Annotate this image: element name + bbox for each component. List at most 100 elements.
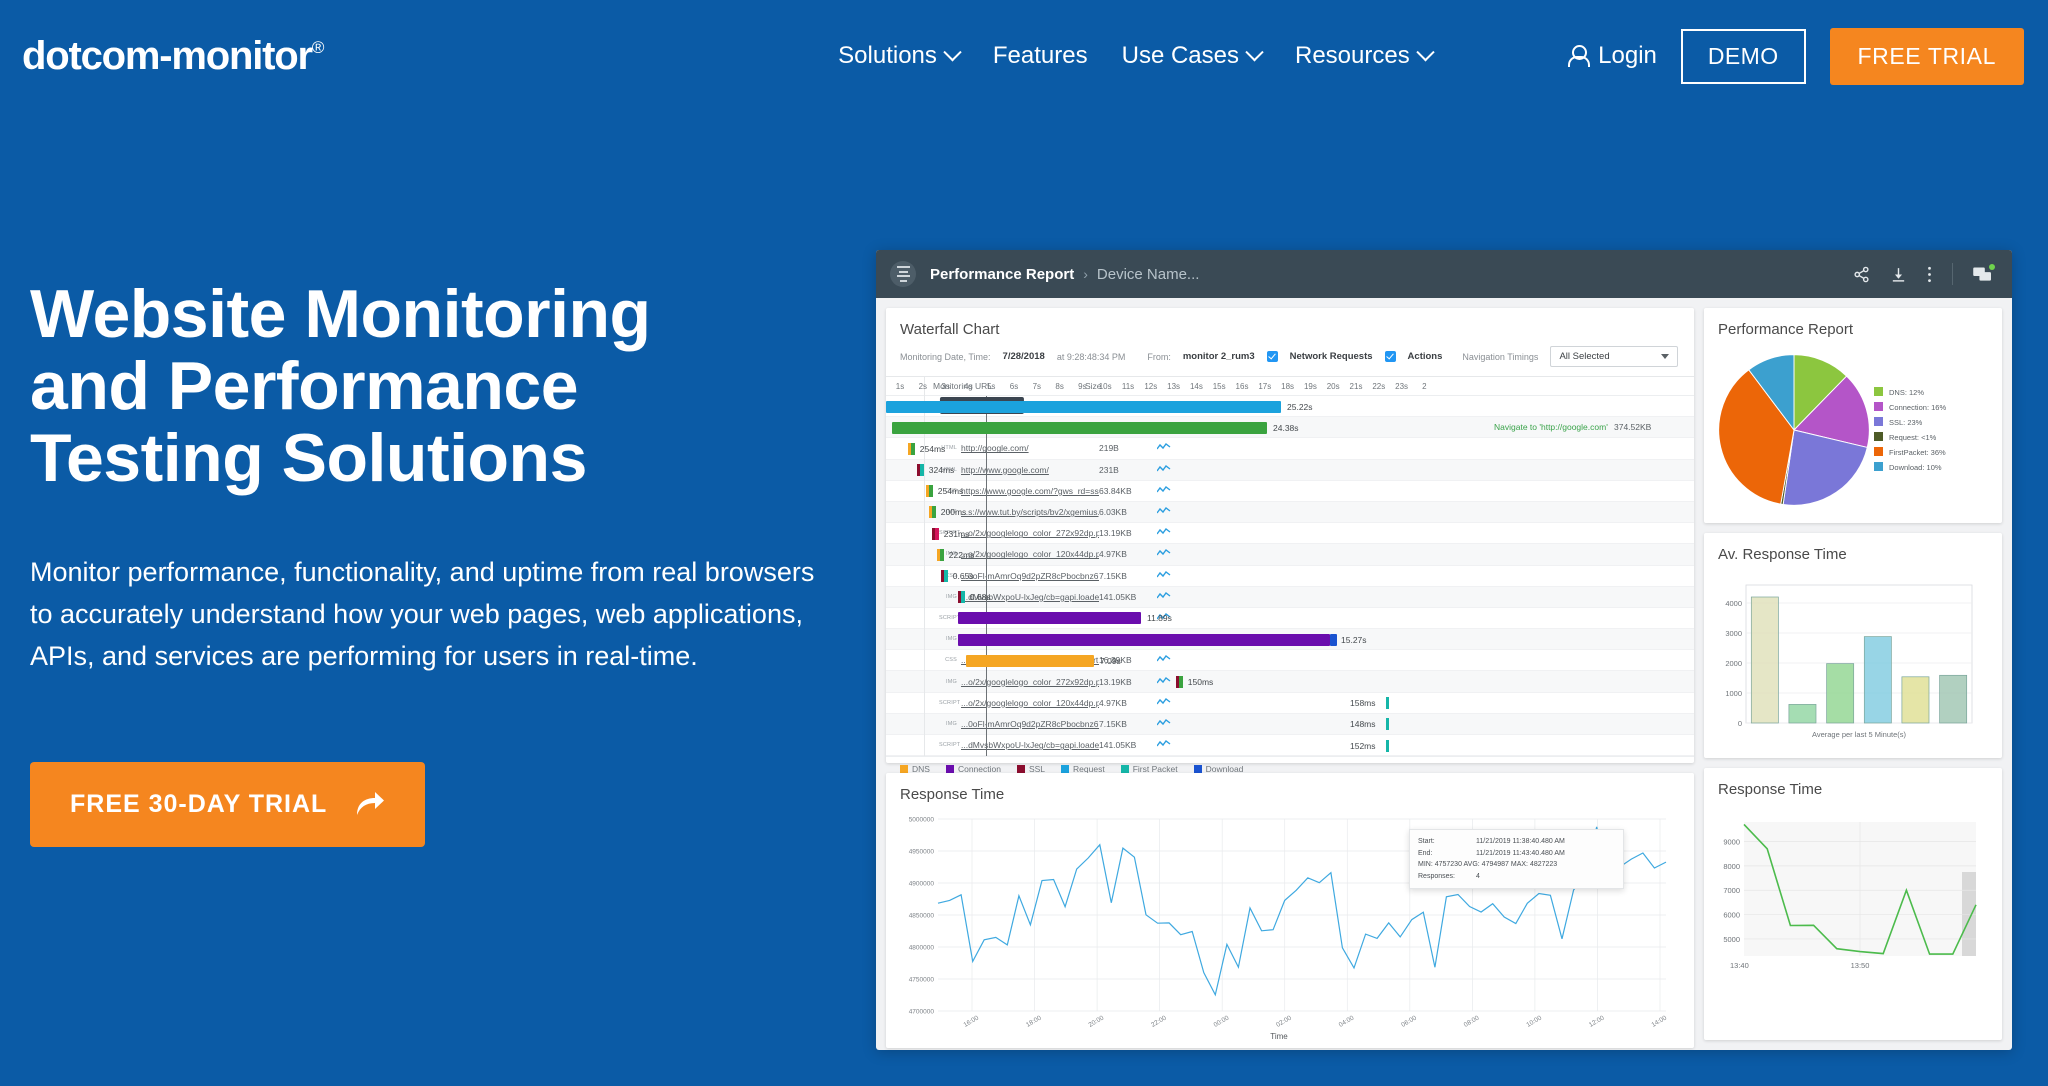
resource-url[interactable]: ...o/2x/googlelogo_color_272x92dp.png (961, 677, 1099, 687)
waterfall-bar-row[interactable]: 200ms (886, 501, 966, 524)
breadcrumb-report[interactable]: Performance Report (930, 266, 1074, 283)
demo-button[interactable]: DEMO (1680, 28, 1806, 84)
waterfall-bar-row[interactable]: 15.27s (886, 629, 1367, 651)
av-response-time-bar-chart[interactable]: 0 1000 2000 3000 4000 Average per last 5 Minu… (1704, 571, 1986, 753)
resource-url[interactable]: ...s://www.tut.by/scripts/bv2/xgemius.js (961, 507, 1099, 517)
bar[interactable] (1826, 663, 1855, 724)
waterfall-bar-row[interactable]: 158ms (886, 693, 1390, 714)
pie-chart[interactable] (1714, 350, 1874, 510)
waterfall-url-row[interactable]: HTML http://google.com/219B (925, 438, 1694, 460)
resource-url[interactable]: http://www.google.com/ (961, 465, 1099, 475)
waterfall-bar-row[interactable]: 150ms (886, 671, 1213, 693)
response-time-small-chart[interactable]: 5000 6000 7000 8000 9000 13:40 13:50 (1704, 806, 1986, 1021)
nav-item-features[interactable]: Features (993, 42, 1088, 70)
sparkline-icon[interactable] (1156, 655, 1179, 665)
breadcrumb-device[interactable]: Device Name... (1097, 266, 1200, 283)
bar[interactable] (1901, 676, 1930, 724)
resource-url[interactable]: ...o/2x/googlelogo_color_120x44dp.png (961, 549, 1099, 559)
sparkline-icon[interactable] (1156, 507, 1179, 517)
resource-size: 141.05KB (1099, 591, 1137, 602)
bar[interactable] (1788, 704, 1817, 724)
waterfall-url-row[interactable]: SCRIPT ...o/2x/googlelogo_color_120x44dp.… (925, 693, 1694, 714)
resource-url[interactable]: https://www.google.com/?gws_rd=ssl (961, 486, 1099, 496)
sparkline-icon[interactable] (1156, 570, 1179, 581)
sparkline-icon[interactable] (1156, 464, 1179, 475)
sparkline-icon[interactable] (1156, 443, 1179, 453)
free-30-day-trial-button[interactable]: FREE 30-DAY TRIAL (30, 761, 426, 847)
share-icon[interactable] (1853, 266, 1870, 283)
tooltip-stats: MIN: 4757230 AVG: 4794987 MAX: 4827223 (1418, 861, 1558, 869)
sparkline-icon[interactable] (1156, 697, 1179, 708)
waterfall-url-row[interactable]: IMG ...o/2x/googlelogo_color_272x92dp.png… (925, 671, 1694, 693)
timeline-mini-bar (932, 527, 939, 540)
bar[interactable] (1863, 636, 1892, 724)
breadcrumb-separator: › (1083, 266, 1088, 282)
waterfall-bar-row[interactable]: 25.22s (886, 396, 1313, 418)
resource-url[interactable]: ...0oFl-mAmrOq9d2pZR8cPbocbnz6iNg (961, 719, 1099, 729)
resource-size: 7.15KB (1099, 718, 1127, 729)
waterfall-url-row[interactable]: IMG ...o/2x/googlelogo_color_120x44dp.png… (925, 544, 1694, 566)
bar-duration-label: 324ms (928, 465, 955, 476)
pie-legend-item: Connection: 16% (1874, 400, 1946, 415)
sparkline-icon[interactable] (1156, 591, 1179, 602)
sparkline-icon[interactable] (1156, 485, 1179, 496)
resource-url[interactable]: ...o/2x/googlelogo_color_120x44dp.png (961, 698, 1099, 708)
login-link[interactable]: Login (1568, 42, 1657, 70)
resource-url[interactable]: Navigate to 'http://google.com' (1476, 422, 1614, 432)
waterfall-bar-row[interactable]: 148ms (886, 713, 1390, 735)
nav-timings-label: Navigation Timings (1462, 351, 1539, 362)
bar-duration-label: 11.89s (1147, 613, 1172, 624)
resource-url[interactable]: http://google.com/ (961, 443, 1099, 453)
free-trial-button[interactable]: FREE TRIAL (1829, 27, 2024, 85)
menu-icon[interactable] (890, 261, 916, 287)
waterfall-bar-row[interactable]: 222ms (886, 544, 974, 566)
more-vertical-icon[interactable] (1927, 266, 1932, 283)
waterfall-url-row[interactable]: IMG ...s://www.tut.by/scripts/bv2/xgemius… (925, 501, 1694, 524)
waterfall-bar-row[interactable]: 0.68s (886, 586, 991, 608)
bar-duration-label: 150ms (1187, 676, 1214, 687)
nav-item-use-cases[interactable]: Use Cases (1121, 42, 1264, 70)
waterfall-bar-row[interactable]: 254ms (886, 481, 963, 502)
network-requests-checkbox[interactable] (1266, 351, 1278, 362)
logo[interactable]: dotcom-monitor® (22, 34, 324, 79)
resource-url[interactable]: ...o/2x/googlelogo_color_272x92dp.png (961, 528, 1099, 538)
waterfall-url-row[interactable]: SCRIPT ...dMvsbWxpoU-lxJeg/cb=gapi.loaded… (925, 735, 1694, 757)
waterfall-bar-row[interactable]: 0.65s (886, 566, 974, 587)
nav-item-solutions[interactable]: Solutions (838, 42, 962, 70)
sparkline-icon[interactable] (1156, 528, 1179, 538)
nav-label: Use Cases (1121, 42, 1239, 69)
waterfall-bar-row[interactable]: 324ms (886, 459, 954, 481)
waterfall-url-row[interactable]: SCRIPT ...o/2x/googlelogo_color_272x92dp.… (925, 523, 1694, 545)
sparkline-icon[interactable] (1156, 718, 1179, 729)
sparkline-icon[interactable] (1156, 740, 1179, 750)
waterfall-url-row[interactable]: CSS https://www.google.com/?gws_rd=ssl 63.… (925, 481, 1694, 502)
resource-url[interactable]: ...dMvsbWxpoU-lxJeg/cb=gapi.loaded_0 (961, 740, 1099, 750)
waterfall-bar-row[interactable]: 24.38s (886, 417, 1299, 439)
tooltip-end-label: End: (1418, 849, 1433, 857)
waterfall-bar-row[interactable]: 11.89s (886, 608, 1172, 630)
ruler-tick: 2 (1422, 382, 1427, 391)
chat-button[interactable] (1973, 263, 1995, 283)
actions-checkbox[interactable] (1384, 351, 1396, 362)
ruler-tick: 23s (1395, 382, 1409, 391)
dashboard-right-column: Performance Report DNS: 12% Connection: 1… (1704, 308, 2002, 1040)
sparkline-icon[interactable] (1156, 549, 1179, 559)
waterfall-bar-row[interactable]: 231ms (886, 523, 969, 545)
bar[interactable] (1750, 597, 1779, 724)
waterfall-url-row[interactable]: CSS ...0oFl-mAmrOq9d2pZR8cPbocbnz6iNg 7.15… (925, 566, 1694, 587)
nav-item-resources[interactable]: Resources (1295, 42, 1435, 70)
waterfall-url-row[interactable]: IMG ...dMvsbWxpoU-lxJeg/cb=gapi.loaded_0 1… (925, 586, 1694, 608)
timeline-mini-bar (937, 548, 944, 561)
waterfall-bar-row[interactable]: 254ms (886, 438, 945, 460)
cursor-line[interactable] (986, 396, 987, 757)
download-icon[interactable] (1890, 266, 1907, 283)
nav-timings-select[interactable]: All Selected (1550, 346, 1679, 367)
bar[interactable] (1939, 675, 1968, 724)
waterfall-url-row[interactable]: IMG ...0oFl-mAmrOq9d2pZR8cPbocbnz6iNg 7.15… (925, 713, 1694, 735)
hero-section: Website Monitoring and Performance Testi… (30, 278, 850, 847)
waterfall-bar-row[interactable]: 152ms (886, 735, 1390, 757)
waterfall-bar-row[interactable]: 7.09s (886, 650, 1121, 672)
svg-text:18:00: 18:00 (1025, 1014, 1043, 1028)
resource-url[interactable]: ...0oFl-mAmrOq9d2pZR8cPbocbnz6iNg (961, 571, 1099, 581)
waterfall-url-row[interactable]: HTML http://www.google.com/231B (925, 459, 1694, 481)
